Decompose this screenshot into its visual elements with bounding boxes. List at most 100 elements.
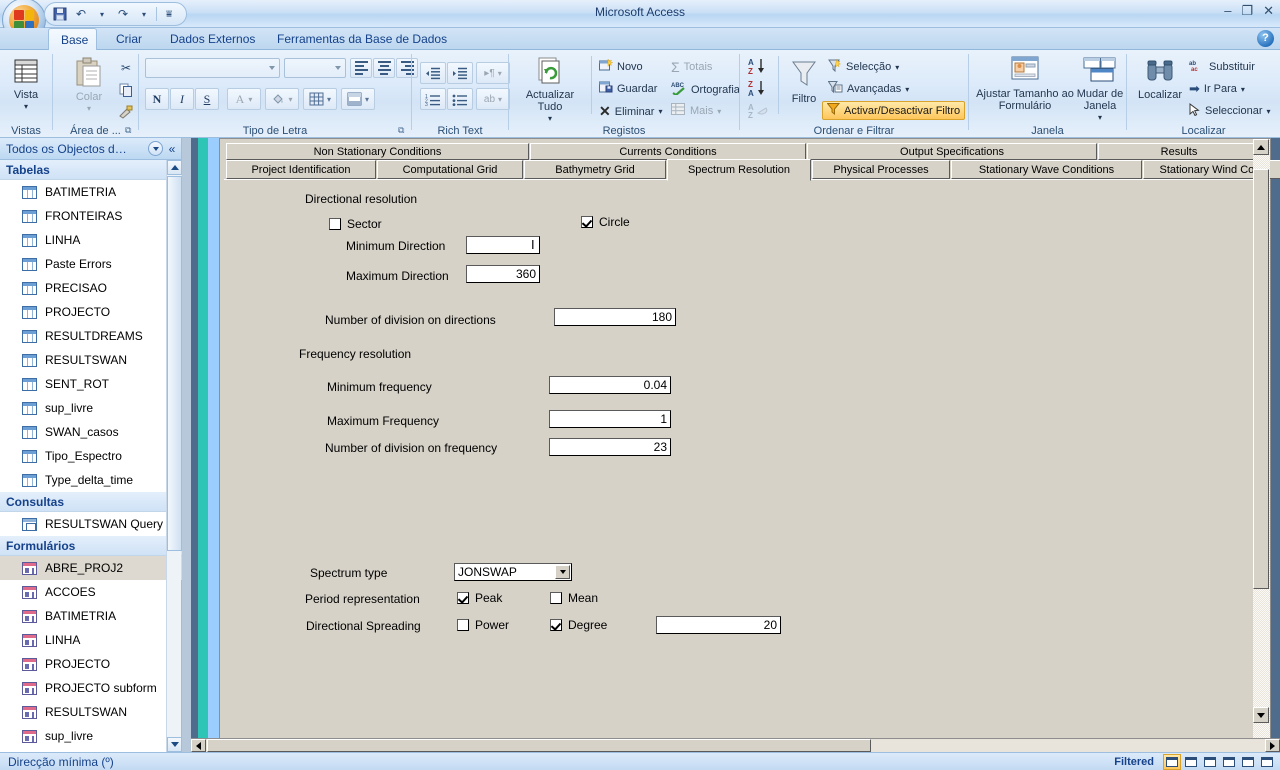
view-button-pivot-chart-view[interactable] — [1220, 754, 1238, 770]
switch-windows-dropdown-icon[interactable]: ▾ — [1098, 112, 1102, 124]
nav-item-sup-livre[interactable]: sup_livre — [0, 396, 182, 420]
navigation-pane-scrollbar[interactable] — [166, 160, 182, 752]
form-tab-stationary-wave-conditions[interactable]: Stationary Wave Conditions — [951, 160, 1142, 179]
nav-item-batimetria[interactable]: BATIMETRIA — [0, 180, 182, 204]
checkbox-degree[interactable] — [550, 619, 562, 631]
collapse-pane-icon[interactable]: « — [163, 142, 181, 156]
close-button[interactable]: ✕ — [1263, 3, 1274, 19]
help-icon[interactable]: ? — [1257, 30, 1274, 47]
input-maximum-direction[interactable]: 360 — [466, 265, 540, 283]
bold-button[interactable]: N — [145, 88, 169, 110]
form-horizontal-scrollbar[interactable] — [191, 738, 1280, 752]
selection-dropdown-icon[interactable]: ▾ — [895, 63, 899, 72]
tab-dados-externos[interactable]: Dados Externos — [158, 28, 267, 50]
view-dropdown-icon[interactable]: ▾ — [24, 101, 28, 113]
checkbox-circle[interactable] — [581, 216, 593, 228]
filter-button[interactable]: Filtro — [784, 58, 824, 105]
save-record-button[interactable]: Guardar — [599, 81, 657, 97]
nav-item-linha[interactable]: LINHA — [0, 228, 182, 252]
nav-item-projecto[interactable]: PROJECTO — [0, 300, 182, 324]
nav-item-form-projecto[interactable]: PROJECTO — [0, 652, 182, 676]
form-tab-bathymetry-grid[interactable]: Bathymetry Grid — [524, 160, 666, 179]
underline-button[interactable]: S — [195, 88, 219, 110]
form-tab-project-identification[interactable]: Project Identification — [226, 160, 376, 179]
delete-dropdown-icon[interactable]: ▾ — [658, 107, 662, 116]
select-dropdown-icon[interactable]: ▾ — [1266, 107, 1270, 116]
nav-item-abre-proj2[interactable]: ABRE_PROJ2 — [0, 556, 182, 580]
more-button[interactable]: Mais ▾ — [671, 103, 721, 119]
chevron-down-icon[interactable] — [148, 141, 163, 156]
nav-item-resultswan-query[interactable]: RESULTSWAN Query — [0, 512, 182, 536]
input-number-division-frequency[interactable]: 23 — [549, 438, 671, 456]
nav-item-form-resultswan[interactable]: RESULTSWAN — [0, 700, 182, 724]
form-vertical-scrollbar[interactable] — [1253, 139, 1270, 741]
minimize-button[interactable]: – — [1224, 3, 1231, 19]
checkbox-mean[interactable] — [550, 592, 562, 604]
scroll-down-icon[interactable] — [1253, 707, 1269, 723]
nav-item-projecto-subform[interactable]: PROJECTO subform — [0, 676, 182, 700]
new-record-button[interactable]: Novo — [599, 58, 643, 75]
input-directional-spreading-value[interactable]: 20 — [656, 616, 781, 634]
tab-criar[interactable]: Criar — [104, 28, 154, 50]
go-to-dropdown-icon[interactable]: ▾ — [1241, 85, 1245, 94]
form-tab-physical-processes[interactable]: Physical Processes — [812, 160, 950, 179]
find-button[interactable]: Localizar — [1133, 58, 1187, 101]
scroll-up-icon[interactable] — [1253, 139, 1269, 155]
format-painter-icon[interactable] — [115, 102, 137, 122]
view-button-datasheet-view[interactable] — [1182, 754, 1200, 770]
scroll-right-icon[interactable] — [1265, 739, 1280, 752]
nav-item-sent-rot[interactable]: SENT_ROT — [0, 372, 182, 396]
spelling-button[interactable]: ABC Ortografia — [671, 81, 740, 98]
copy-icon[interactable] — [115, 80, 137, 100]
sort-descending-icon[interactable]: ZA — [746, 78, 772, 98]
input-maximum-frequency[interactable]: 1 — [549, 410, 671, 428]
sort-ascending-icon[interactable]: AZ — [746, 56, 772, 76]
checkbox-peak[interactable] — [457, 592, 469, 604]
view-button-form-view[interactable] — [1163, 753, 1181, 770]
highlight-button[interactable]: ab ▾ — [476, 88, 510, 110]
nav-group-tabelas[interactable]: Tabelas « — [0, 160, 182, 180]
form-tab-non-stationary-conditions[interactable]: Non Stationary Conditions — [226, 143, 529, 160]
alternate-fill-button[interactable]: ▾ — [341, 88, 375, 110]
nav-item-paste-errors[interactable]: Paste Errors — [0, 252, 182, 276]
italic-button[interactable]: I — [170, 88, 194, 110]
size-to-form-button[interactable]: Ajustar Tamanho ao Formulário — [975, 55, 1075, 112]
input-minimum-direction[interactable] — [466, 236, 540, 254]
chevron-down-icon[interactable] — [555, 565, 570, 579]
gridlines-button[interactable]: ▾ — [303, 88, 337, 110]
nav-item-precisao[interactable]: PRECISAO — [0, 276, 182, 300]
font-color-button[interactable]: A ▾ — [227, 88, 261, 110]
nav-group-formularios[interactable]: Formulários « — [0, 536, 182, 556]
maximize-button[interactable]: ❐ — [1241, 3, 1253, 19]
form-tab-results[interactable]: Results — [1098, 143, 1260, 160]
scrollbar-thumb[interactable] — [207, 739, 871, 752]
nav-item-resultswan[interactable]: RESULTSWAN — [0, 348, 182, 372]
replace-button[interactable]: ab ac Substituir — [1189, 59, 1255, 75]
navigation-pane-header[interactable]: Todos os Objectos d… « — [0, 138, 181, 160]
advanced-button[interactable]: Avançadas ▾ — [827, 81, 909, 97]
select-button[interactable]: Seleccionar ▾ — [1189, 103, 1271, 119]
more-dropdown-icon[interactable]: ▾ — [717, 107, 721, 116]
scrollbar-thumb[interactable] — [167, 176, 182, 551]
checkbox-sector[interactable] — [329, 218, 341, 230]
nav-item-form-batimetria[interactable]: BATIMETRIA — [0, 604, 182, 628]
input-minimum-frequency[interactable]: 0.04 — [549, 376, 671, 394]
refresh-all-dropdown-icon[interactable]: ▾ — [548, 113, 552, 125]
nav-item-accoes[interactable]: ACCOES — [0, 580, 182, 604]
totals-button[interactable]: Σ Totais — [671, 59, 712, 75]
align-center-icon[interactable] — [373, 58, 395, 78]
form-tab-computational-grid[interactable]: Computational Grid — [377, 160, 523, 179]
font-name-combo[interactable] — [145, 58, 280, 78]
combo-spectrum-type[interactable]: JONSWAP — [454, 563, 572, 581]
switch-windows-button[interactable]: Mudar de Janela ▾ — [1075, 55, 1125, 124]
checkbox-power[interactable] — [457, 619, 469, 631]
view-button-design-view[interactable] — [1258, 754, 1276, 770]
align-left-icon[interactable] — [350, 58, 372, 78]
toggle-filter-button[interactable]: Activar/Desactivar Filtro — [822, 101, 966, 120]
tab-ferramentas-base-dados[interactable]: Ferramentas da Base de Dados — [265, 28, 459, 50]
nav-item-type-delta-time[interactable]: Type_delta_time — [0, 468, 182, 492]
nav-item-form-sup-livre[interactable]: sup_livre — [0, 724, 182, 748]
bulleted-list-icon[interactable] — [447, 88, 473, 110]
paste-dropdown-icon[interactable]: ▾ — [87, 103, 91, 115]
nav-item-swan-casos[interactable]: SWAN_casos — [0, 420, 182, 444]
